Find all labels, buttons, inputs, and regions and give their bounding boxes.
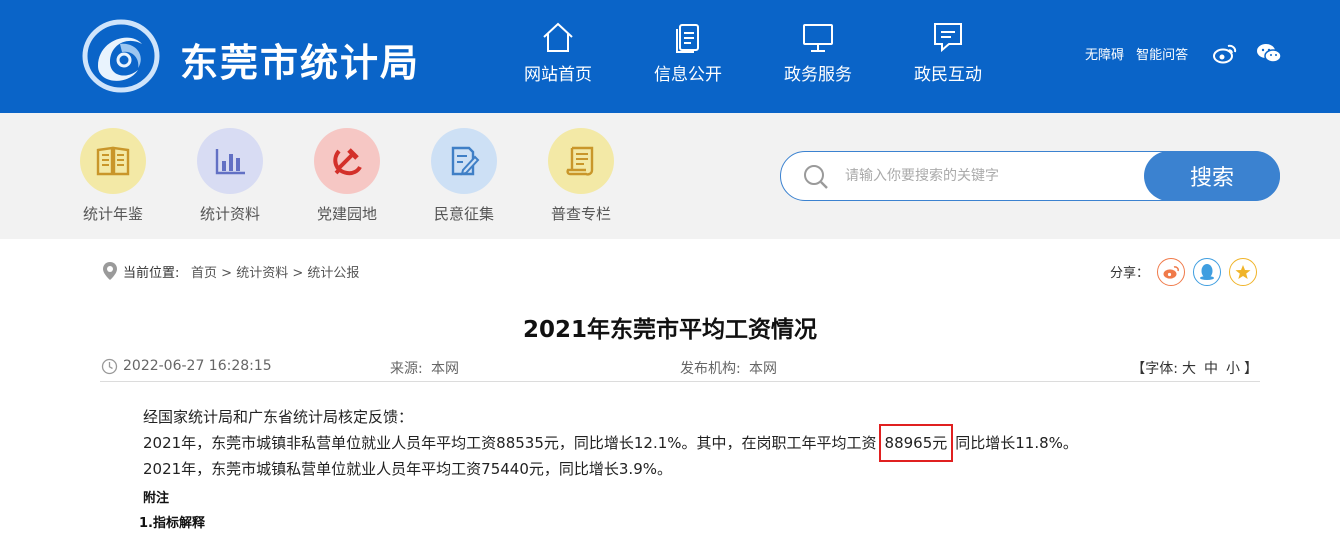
accessibility-link[interactable]: 无障碍 [1085,48,1124,63]
paragraph-nonprivate: 2021年，东莞市城镇非私营单位就业人员年平均工资88535元，同比增长12.1… [143,424,1078,462]
quick-opinion[interactable]: 民意征集 [419,128,509,224]
publisher-label: 发布机构: [680,361,741,377]
nav-home[interactable]: 网站首页 [508,18,608,98]
monitor-icon [803,24,833,52]
publisher-value: 本网 [749,361,777,377]
breadcrumb-separator: > [288,266,308,281]
home-icon [543,22,573,52]
location-pin-icon [103,262,117,280]
nav-interaction[interactable]: 政民互动 [898,18,998,98]
quick-statistics-label: 统计资料 [199,205,260,223]
nav-info-label: 信息公开 [654,65,722,85]
nav-home-label: 网站首页 [524,65,592,85]
bar-chart-icon [197,128,263,194]
paragraph-intro: 经国家统计局和广东省统计局核定反馈： [143,408,414,426]
quick-party-label: 党建园地 [316,205,377,223]
appendix-heading: 附注 [143,491,170,506]
article-title: 2021年东莞市平均工资情况 [522,317,817,343]
paragraph-nonprivate-tail: 同比增长11.8%。 [955,434,1078,452]
breadcrumb-separator: > [217,266,237,281]
font-size-label: 【字体: [1131,361,1178,377]
highlighted-wage-value: 88965元 [878,424,954,462]
qq-share-icon[interactable] [1193,258,1221,286]
section-indicator-heading: 1.指标解释 [139,516,205,531]
quick-statistics[interactable]: 统计资料 [185,128,275,224]
nav-info-disclosure[interactable]: 信息公开 [638,18,738,98]
breadcrumb-bulletin[interactable]: 统计公报 [307,266,359,281]
font-size-close: 】 [1244,361,1258,377]
nav-interaction-label: 政民互动 [914,65,982,85]
source-value: 本网 [431,361,459,377]
nav-gov-services[interactable]: 政务服务 [768,18,868,98]
message-icon [934,23,962,53]
site-header: 东莞市统计局 网站首页 信息公开 政务服务 政民互动 无障碍 智能问答 [0,0,1340,113]
weibo-icon[interactable] [1212,42,1238,64]
quick-yearbook-label: 统计年鉴 [82,205,143,223]
publish-date: 2022-06-27 16:28:15 [123,358,272,374]
breadcrumb-statistics[interactable]: 统计资料 [236,266,288,281]
bureau-logo-icon[interactable] [80,18,162,94]
hammer-sickle-icon [314,128,380,194]
breadcrumb-label: 当前位置: [123,266,180,281]
clock-icon [101,358,118,375]
nav-services-label: 政务服务 [784,65,852,85]
scroll-icon [548,128,614,194]
paragraph-nonprivate-text: 2021年，东莞市城镇非私营单位就业人员年平均工资88535元，同比增长12.1… [143,434,877,452]
breadcrumb: 当前位置: 首页 > 统计资料 > 统计公报 分享： [100,258,1260,286]
quick-census-label: 普查专栏 [550,205,611,223]
edit-icon [431,128,497,194]
quick-opinion-label: 民意征集 [433,205,494,223]
book-icon [80,128,146,194]
search-box: 搜索 [780,151,1280,201]
source-label: 来源: [390,361,423,377]
font-size-large[interactable]: 大 [1182,361,1196,377]
font-size-control: 【字体: 大中小】 [1131,358,1258,378]
weibo-share-icon[interactable] [1157,258,1185,286]
quick-census[interactable]: 普查专栏 [536,128,626,224]
breadcrumb-links: 首页 > 统计资料 > 统计公报 [191,262,359,281]
search-icon [804,165,828,189]
breadcrumb-home[interactable]: 首页 [191,266,217,281]
qzone-share-icon[interactable] [1229,258,1257,286]
share-label: 分享： [1110,266,1150,281]
quick-access-bar: 统计年鉴 统计资料 党建园地 民意征集 普查专栏 请输入你要搜索的关键字 搜索 [0,113,1340,239]
paragraph-private: 2021年，东莞市城镇私营单位就业人员年平均工资75440元，同比增长3.9%。 [143,460,673,478]
font-size-small[interactable]: 小 [1226,361,1240,377]
site-title[interactable]: 东莞市统计局 [180,32,420,87]
top-links: 无障碍 智能问答 [1085,44,1196,63]
search-button[interactable]: 搜索 [1144,151,1280,201]
font-size-medium[interactable]: 中 [1204,361,1218,377]
search-input[interactable] [845,162,1135,190]
quick-yearbook[interactable]: 统计年鉴 [68,128,158,224]
document-icon [676,24,699,53]
article-meta: 2022-06-27 16:28:15 来源: 本网 发布机构: 本网 【字体:… [100,356,1260,382]
ai-qa-link[interactable]: 智能问答 [1136,48,1188,63]
wechat-icon[interactable] [1256,42,1282,64]
quick-party[interactable]: 党建园地 [302,128,392,224]
